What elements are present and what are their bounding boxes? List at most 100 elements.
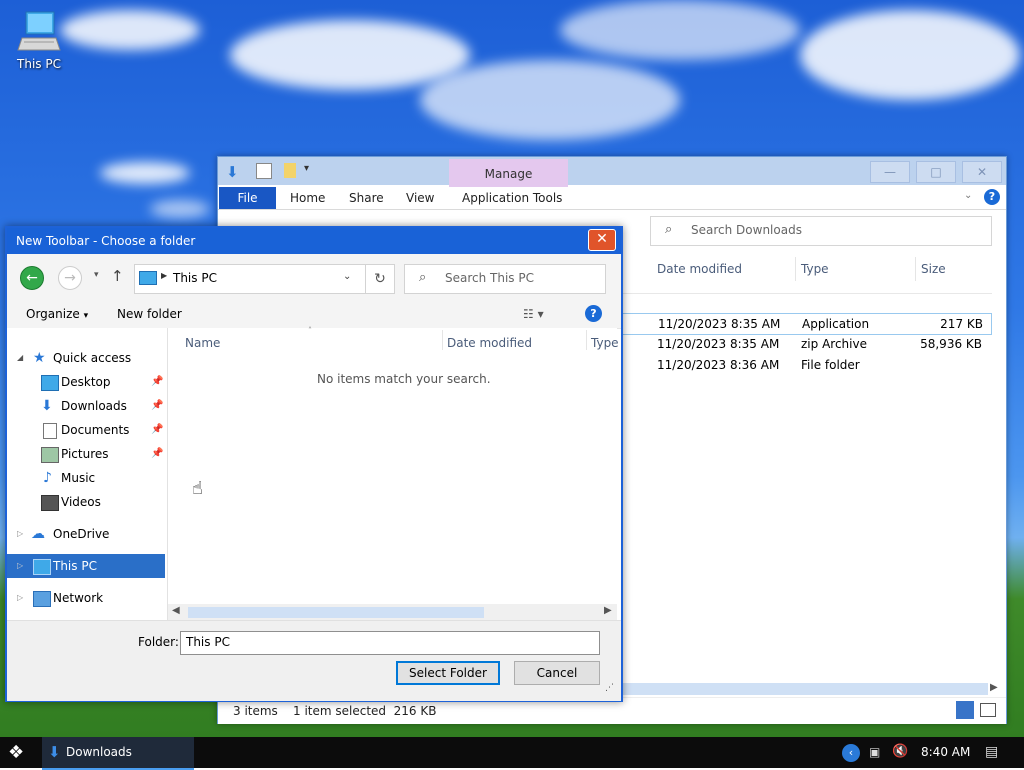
column-type[interactable]: Type [801, 257, 829, 281]
collapsed-arrow-icon[interactable]: ▷ [17, 554, 23, 578]
cell-type: Application [802, 317, 870, 331]
cursor-hand-icon: ☝ [192, 478, 203, 499]
expanded-arrow-icon[interactable]: ◢ [17, 346, 23, 370]
clock[interactable]: 8:40 AM [921, 745, 970, 759]
status-item-count: 3 items [233, 704, 278, 718]
address-bar[interactable]: ▶ This PC ⌄ [134, 264, 366, 294]
explorer-search-input[interactable]: ⌕ Search Downloads [650, 216, 992, 246]
nav-pictures[interactable]: Pictures 📌 [7, 442, 165, 466]
search-icon: ⌕ [419, 270, 427, 285]
explorer-titlebar[interactable]: ⬇ ▾ — □ ✕ [218, 157, 1006, 185]
nav-label: OneDrive [53, 527, 110, 541]
dialog-titlebar[interactable]: New Toolbar - Choose a folder ✕ [7, 228, 621, 254]
nav-desktop[interactable]: Desktop 📌 [7, 370, 165, 394]
column-name[interactable]: Name [185, 336, 220, 350]
large-icons-view-icon[interactable] [980, 703, 996, 717]
column-type[interactable]: Type [591, 336, 619, 350]
column-date-modified[interactable]: Date modified [447, 336, 532, 350]
network-status-icon[interactable]: ▣ [869, 745, 880, 759]
videos-icon [41, 495, 59, 511]
forward-arrow-icon[interactable]: → [58, 266, 82, 290]
collapsed-arrow-icon[interactable]: ▷ [17, 522, 23, 546]
scroll-left-icon[interactable]: ◀ [172, 605, 180, 616]
pin-icon[interactable]: 📌 [151, 418, 163, 442]
close-button[interactable]: ✕ [962, 161, 1002, 183]
music-icon: ♪ [43, 470, 52, 486]
scroll-right-icon[interactable]: ▶ [990, 682, 998, 693]
resize-grip-icon[interactable]: ⋰ [605, 683, 614, 693]
cancel-button[interactable]: Cancel [514, 661, 600, 685]
choose-folder-dialog[interactable]: New Toolbar - Choose a folder ✕ ← → ▾ ↑ … [5, 226, 623, 702]
desktop-icon-this-pc[interactable]: This PC [14, 10, 64, 71]
pin-icon[interactable]: 📌 [151, 394, 163, 418]
dialog-search-input[interactable]: ⌕ Search This PC [404, 264, 606, 294]
collapsed-arrow-icon[interactable]: ▷ [17, 586, 23, 610]
nav-quick-access[interactable]: ◢ ★ Quick access [7, 346, 165, 370]
computer-icon [33, 559, 51, 575]
column-date-modified[interactable]: Date modified [657, 257, 742, 281]
back-arrow-icon[interactable]: ← [20, 266, 44, 290]
action-center-icon[interactable]: ▤ [985, 744, 998, 760]
address-dropdown-icon[interactable]: ⌄ [343, 271, 351, 282]
explorer-hscrollbar[interactable] [618, 683, 988, 695]
up-arrow-icon[interactable]: ↑ [111, 267, 124, 285]
cloud-icon: ☁ [31, 526, 45, 542]
start-windows-icon[interactable]: ❖ [8, 742, 24, 763]
folder-input[interactable]: This PC [180, 631, 600, 655]
minimize-button[interactable]: — [870, 161, 910, 183]
properties-icon[interactable] [256, 163, 272, 179]
tab-home[interactable]: Home [290, 187, 325, 209]
new-folder-button[interactable]: New folder [117, 307, 182, 321]
tab-manage[interactable]: Manage [449, 159, 568, 189]
select-folder-button[interactable]: Select Folder [396, 661, 500, 685]
new-folder-icon[interactable] [284, 163, 296, 178]
column-divider [586, 330, 587, 350]
table-row[interactable]: 11/20/2023 8:35 AM zip Archive 58,936 KB [608, 334, 990, 354]
column-divider [442, 330, 443, 350]
search-icon: ⌕ [665, 222, 673, 237]
nav-this-pc[interactable]: ▷ This PC [7, 554, 165, 578]
scroll-right-icon[interactable]: ▶ [604, 605, 612, 616]
nav-network[interactable]: ▷ Network [7, 586, 165, 610]
cell-date: 11/20/2023 8:35 AM [658, 317, 781, 331]
breadcrumb-arrow-icon[interactable]: ▶ [161, 271, 167, 280]
status-selection: 1 item selected 216 KB [293, 704, 437, 718]
nav-music[interactable]: ♪ Music [7, 466, 165, 490]
tab-application-tools[interactable]: Application Tools [462, 187, 562, 209]
dialog-hscrollbar[interactable]: ◀ ▶ [168, 604, 617, 620]
nav-label: Music [61, 471, 96, 485]
expand-ribbon-icon[interactable]: ⌄ [964, 190, 972, 201]
taskbar-downloads-button[interactable]: ⬇ Downloads [42, 737, 194, 770]
desktop-icon [41, 375, 59, 391]
tab-file[interactable]: File [219, 187, 276, 209]
nav-videos[interactable]: Videos [7, 490, 165, 514]
help-icon[interactable]: ? [984, 189, 1000, 205]
maximize-button[interactable]: □ [916, 161, 956, 183]
help-icon[interactable]: ? [585, 305, 602, 322]
table-row[interactable]: 11/20/2023 8:36 AM File folder [608, 355, 990, 375]
nav-downloads[interactable]: ⬇ Downloads 📌 [7, 394, 165, 418]
view-options-icon[interactable]: ☷ ▾ [523, 307, 544, 321]
tab-view[interactable]: View [406, 187, 434, 209]
nav-label: Desktop [61, 375, 111, 389]
nav-onedrive[interactable]: ▷ ☁ OneDrive [7, 522, 165, 546]
details-view-icon[interactable] [956, 701, 974, 719]
dialog-navigation-bar: ← → ▾ ↑ ▶ This PC ⌄ ↻ ⌕ Search This PC [7, 254, 621, 302]
nav-label: Pictures [61, 447, 109, 461]
column-size[interactable]: Size [921, 257, 946, 281]
file-list[interactable]: ˄ Name Date modified Type No items match… [168, 326, 619, 620]
refresh-icon[interactable]: ↻ [365, 264, 395, 294]
cell-type: File folder [801, 358, 860, 372]
show-hidden-icons-icon[interactable]: ‹ [842, 744, 860, 762]
table-row[interactable]: 11/20/2023 8:35 AM Application 217 KB [608, 313, 992, 335]
chevron-down-icon[interactable]: ▾ [304, 163, 309, 174]
volume-muted-icon[interactable]: 🔇 [892, 744, 908, 759]
nav-documents[interactable]: Documents 📌 [7, 418, 165, 442]
pin-icon[interactable]: 📌 [151, 442, 163, 466]
recent-locations-icon[interactable]: ▾ [94, 270, 99, 280]
tab-share[interactable]: Share [349, 187, 384, 209]
scroll-thumb[interactable] [188, 607, 484, 618]
pin-icon[interactable]: 📌 [151, 370, 163, 394]
organize-button[interactable]: Organize ▾ [26, 307, 88, 321]
dialog-close-button[interactable]: ✕ [588, 229, 616, 251]
